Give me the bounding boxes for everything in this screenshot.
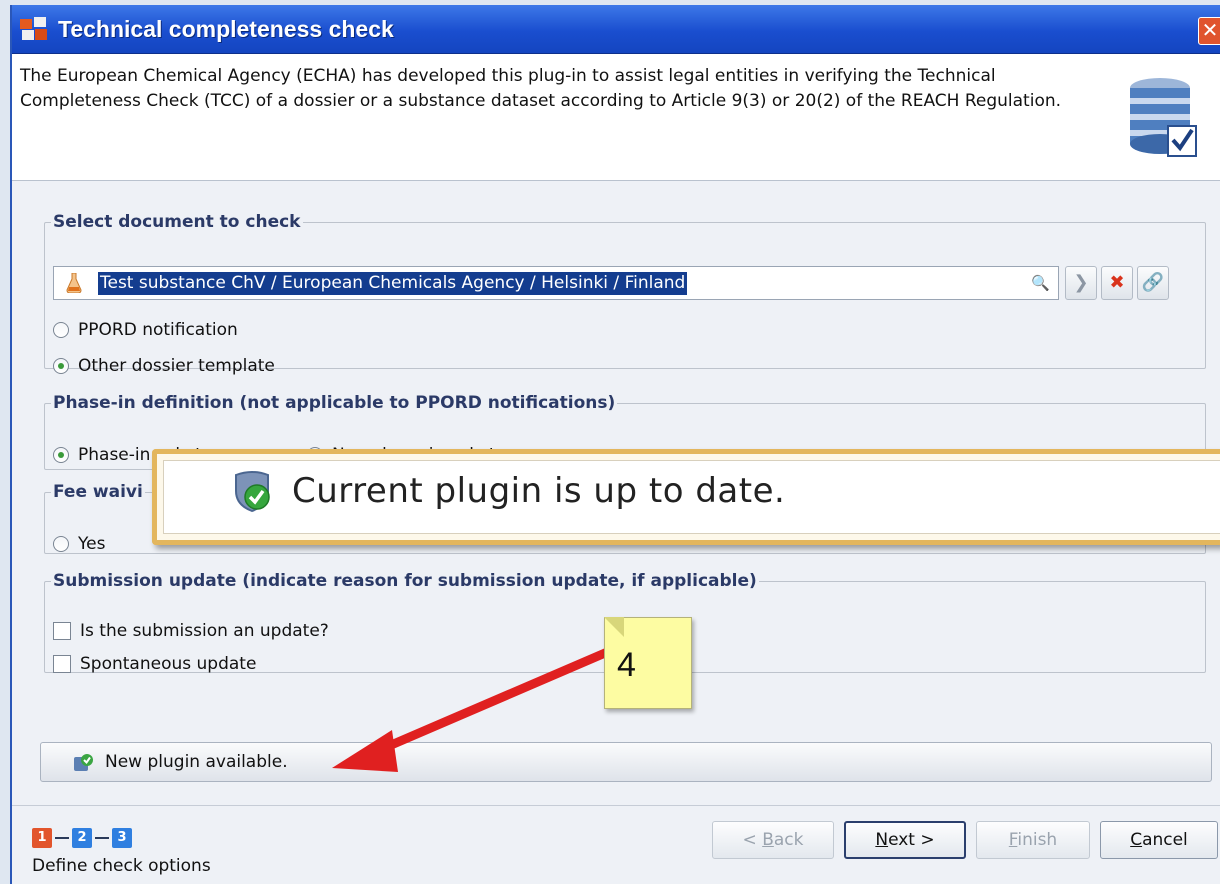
annotation-number: 4 xyxy=(617,646,636,684)
arrow-head xyxy=(332,730,398,772)
annotation-sticky-note: 4 xyxy=(604,617,692,709)
annotation-arrow xyxy=(332,645,617,772)
sticky-note-fold xyxy=(604,617,624,637)
arrow-shaft xyxy=(363,645,617,760)
